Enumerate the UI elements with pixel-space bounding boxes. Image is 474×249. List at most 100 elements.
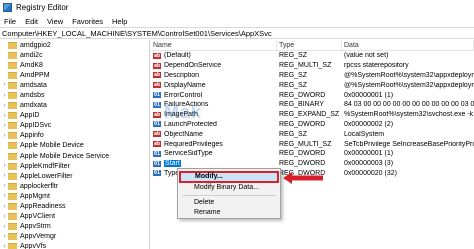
tree-item[interactable]: AmdK8: [0, 60, 149, 70]
menu-favorites[interactable]: Favorites: [72, 17, 103, 26]
folder-icon: [8, 102, 17, 110]
tree-item[interactable]: › AppMgmt: [0, 191, 149, 201]
folder-icon: [8, 51, 17, 59]
folder-icon: [8, 172, 17, 180]
value-name: DependOnService: [164, 62, 222, 70]
tree-item-label: AppVClient: [20, 213, 56, 221]
context-menu-delete[interactable]: Delete: [178, 198, 280, 208]
context-menu-modify-binary[interactable]: Modify Binary Data...: [178, 183, 280, 193]
tree-item-label: AppleLowerFilter: [20, 172, 73, 180]
tree-item[interactable]: › AppIDSvc: [0, 121, 149, 131]
folder-icon: [8, 182, 17, 190]
window-title: Registry Editor: [16, 3, 69, 12]
tree-item[interactable]: amdgpio2: [0, 40, 149, 50]
chevron-right-icon[interactable]: ›: [1, 103, 8, 109]
tree-item-label: amdgpio2: [20, 41, 51, 49]
value-row[interactable]: ab ObjectName REG_SZ LocalSystem: [151, 129, 474, 139]
tree-item[interactable]: › AppleLowerFilter: [0, 171, 149, 181]
folder-icon: [8, 132, 17, 140]
chevron-right-icon[interactable]: ›: [1, 234, 8, 240]
value-row[interactable]: ab RequiredPrivileges REG_MULTI_SZ SeTcbPri…: [151, 139, 474, 149]
value-type-cell: REG_SZ: [279, 52, 308, 60]
value-row[interactable]: ab Description REG_SZ @%SystemRoot%\system3…: [151, 71, 474, 81]
chevron-right-icon[interactable]: ›: [1, 93, 8, 99]
value-name-cell: ab (Default): [151, 52, 277, 59]
value-data-cell: 84 03 00 00 00 00 00 00 00 00 00 00 03 0…: [344, 101, 474, 109]
menu-file[interactable]: File: [4, 17, 16, 26]
tree-item[interactable]: amdi2c: [0, 50, 149, 60]
column-header-type[interactable]: Type: [277, 40, 342, 51]
value-type-cell: REG_MULTI_SZ: [279, 62, 332, 70]
chevron-right-icon[interactable]: ›: [1, 183, 8, 189]
column-header-data[interactable]: Data: [342, 40, 474, 51]
key-tree-pane[interactable]: amdgpio2 amdi2c AmdK8 AmdPPM › amdsata › amdsbs…: [0, 40, 150, 249]
value-type-cell: REG_SZ: [279, 81, 308, 89]
address-bar[interactable]: Computer\HKEY_LOCAL_MACHINE\SYSTEM\Contr…: [0, 27, 474, 39]
tree-item[interactable]: › amdsata: [0, 80, 149, 90]
context-menu-rename[interactable]: Rename: [178, 208, 280, 218]
value-name-cell: ab DependOnService: [151, 62, 277, 69]
tree-item[interactable]: › AppvStrm: [0, 222, 149, 232]
tree-item[interactable]: › AppvVemgr: [0, 232, 149, 242]
tree-item[interactable]: Apple Mobile Device: [0, 141, 149, 151]
menu-help[interactable]: Help: [112, 17, 127, 26]
tree-item[interactable]: › AppleKmdfFilter: [0, 161, 149, 171]
chevron-right-icon[interactable]: ›: [1, 82, 8, 88]
value-row[interactable]: 01 ErrorControl REG_DWORD 0x00000001 (1): [151, 90, 474, 100]
value-type-cell: REG_MULTI_SZ: [279, 140, 332, 148]
value-row[interactable]: ab DisplayName REG_SZ @%SystemRoot%\system3…: [151, 80, 474, 90]
value-name: (Default): [164, 52, 191, 60]
tree-item[interactable]: › amdsbs: [0, 90, 149, 100]
value-data-cell: 0x00000020 (32): [344, 169, 397, 177]
binary-value-icon: 01: [153, 150, 161, 157]
chevron-right-icon[interactable]: ›: [1, 193, 8, 199]
string-value-icon: ab: [153, 52, 161, 59]
tree-item-label: amdi2c: [20, 51, 43, 59]
tree-item[interactable]: › AppID: [0, 111, 149, 121]
tree-item-label: Apple Mobile Device Service: [20, 152, 110, 160]
folder-icon: [8, 213, 17, 221]
value-data-cell: 0x00000001 (1): [344, 91, 394, 99]
red-arrow-icon: [283, 172, 323, 184]
folder-icon: [8, 61, 17, 69]
folder-icon: [8, 112, 17, 120]
value-name: DisplayName: [164, 81, 206, 89]
value-row[interactable]: ab DependOnService REG_MULTI_SZ rpcss state…: [151, 61, 474, 71]
chevron-right-icon[interactable]: ›: [1, 244, 8, 249]
chevron-right-icon[interactable]: ›: [1, 113, 8, 119]
column-header-name[interactable]: Name: [151, 40, 277, 51]
chevron-right-icon[interactable]: ›: [1, 173, 8, 179]
chevron-right-icon[interactable]: ›: [1, 204, 8, 210]
tree-item[interactable]: Apple Mobile Device Service: [0, 151, 149, 161]
tree-item[interactable]: › applockerfltr: [0, 181, 149, 191]
tree-item-label: AmdK8: [20, 61, 43, 69]
tree-item[interactable]: › Appinfo: [0, 131, 149, 141]
value-name-cell: ab Description: [151, 72, 277, 79]
chevron-right-icon[interactable]: ›: [1, 163, 8, 169]
tree-item[interactable]: AmdPPM: [0, 70, 149, 80]
chevron-right-icon[interactable]: ›: [1, 123, 8, 129]
menu-edit[interactable]: Edit: [25, 17, 38, 26]
value-type-cell: REG_EXPAND_SZ: [279, 111, 340, 119]
tree-item[interactable]: › AppReadiness: [0, 202, 149, 212]
chevron-right-icon[interactable]: ›: [1, 224, 8, 230]
value-row[interactable]: ab (Default) REG_SZ (value not set): [151, 51, 474, 61]
folder-icon: [8, 71, 17, 79]
title-bar: Registry Editor: [0, 0, 474, 15]
tree-item-label: AppvVfs: [20, 243, 47, 249]
menu-view[interactable]: View: [47, 17, 63, 26]
folder-icon: [8, 81, 17, 89]
value-type-cell: REG_DWORD: [279, 160, 326, 168]
value-row[interactable]: 01 ServiceSidType REG_DWORD 0x00000001 (1): [151, 149, 474, 159]
value-type-cell: REG_DWORD: [279, 150, 326, 158]
tree-item[interactable]: › AppVClient: [0, 212, 149, 222]
context-menu-modify[interactable]: Modify...: [179, 171, 279, 183]
string-value-icon: ab: [153, 131, 161, 138]
tree-item[interactable]: › AppvVfs: [0, 242, 149, 249]
tree-item-label: AppID: [20, 112, 40, 120]
tree-item[interactable]: › amdxata: [0, 101, 149, 111]
chevron-right-icon[interactable]: ›: [1, 133, 8, 139]
value-name-cell: ab DisplayName: [151, 82, 277, 89]
chevron-right-icon[interactable]: ›: [1, 214, 8, 220]
value-data-cell: rpcss staterepository: [344, 62, 409, 70]
